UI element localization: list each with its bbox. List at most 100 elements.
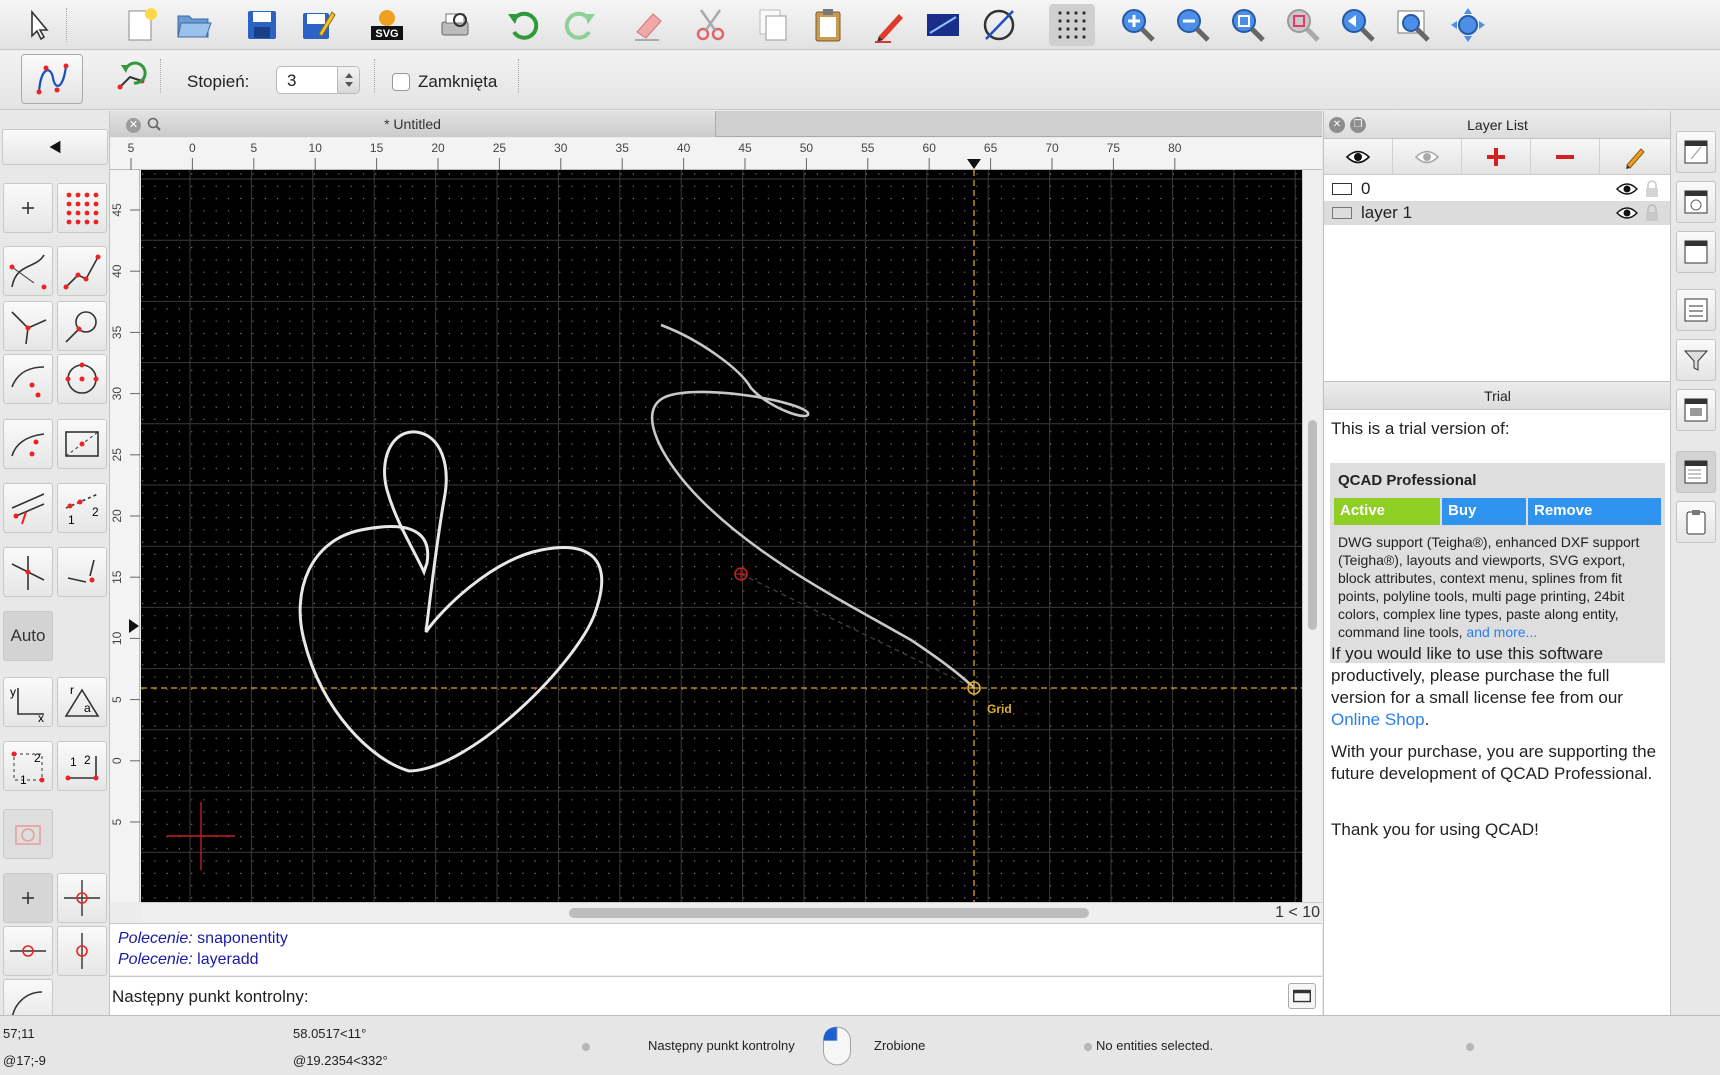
command-expand-button[interactable] [1288,983,1316,1009]
parallel-tool-button[interactable] [3,483,53,533]
vertical-scroll-thumb[interactable] [1308,420,1317,630]
zoom-window-button[interactable] [1390,4,1436,46]
vertical-scrollbar[interactable] [1302,170,1322,902]
active-button[interactable]: Active [1334,498,1440,525]
degree-stepper[interactable] [337,67,359,93]
eye-icon[interactable] [1616,203,1638,223]
spline-tools-button[interactable] [3,246,53,296]
dock-layers-button[interactable] [1676,131,1716,173]
zoom-previous-button[interactable] [1335,4,1381,46]
draw-pen-button[interactable] [867,4,913,46]
hide-all-layers-button[interactable] [1393,139,1462,175]
numbered-corners-button[interactable]: 12 [57,741,107,791]
add-layer-button[interactable] [1462,139,1531,175]
angle-tool-button[interactable] [3,301,53,351]
snap-vertical-button[interactable] [57,926,107,976]
ruler-label: 25 [110,448,124,462]
ruler-label: 35 [110,325,124,339]
dock-filter-button[interactable] [1676,339,1716,381]
ruler-label: 15 [110,570,124,584]
closed-checkbox[interactable] [392,73,410,91]
perpendicular-tool-button[interactable] [57,547,107,597]
horizontal-scrollbar[interactable]: 1 < 10 [141,902,1322,922]
svg-text:1: 1 [70,755,77,769]
grid-toggle-button[interactable] [1049,4,1095,46]
show-all-layers-button[interactable] [1324,139,1393,175]
undo-last-point-button[interactable] [108,57,154,99]
auto-snap-button[interactable]: Auto [3,611,53,661]
lock-icon[interactable] [1644,180,1660,198]
command-input[interactable]: Następny punkt kontrolny: [110,976,1322,1015]
zoom-out-button[interactable] [1170,4,1216,46]
pan-button[interactable] [1445,4,1491,46]
save-button[interactable] [239,4,285,46]
zoom-auto-button[interactable] [1225,4,1271,46]
dock-blocks-button[interactable] [1676,181,1716,223]
dock-view-button[interactable] [1676,231,1716,273]
spline-tool-button[interactable] [21,54,83,104]
new-file-button[interactable] [116,4,162,46]
remove-button[interactable]: Remove [1528,498,1661,525]
buy-button[interactable]: Buy [1442,498,1526,525]
snap-center-button[interactable] [57,873,107,923]
rectangle-tool-button[interactable] [57,419,107,469]
export-svg-button[interactable]: SVG [364,4,410,46]
drawing-canvas[interactable]: Grid [141,170,1302,902]
clipboard-icon [1686,510,1706,535]
xy-axes-icon: yx [10,685,44,724]
mouse-left-hint: Następny punkt kontrolny [648,1038,795,1053]
options-toolbar: Stopień: 3 Zamknięta [0,51,1720,110]
document-tab[interactable]: ✕ * Untitled [110,111,716,137]
dock-library-button[interactable] [1676,389,1716,431]
redo-button[interactable] [556,4,602,46]
save-as-button[interactable] [295,4,341,46]
drawing-preferences-button[interactable] [920,4,966,46]
edit-layer-button[interactable] [1600,139,1669,175]
intersection-tool-button[interactable] [3,547,53,597]
zoom-selection-button[interactable] [1280,4,1326,46]
degree-spinbox[interactable]: 3 [276,66,360,94]
remove-layer-button[interactable] [1531,139,1600,175]
more-features-link[interactable]: and more... [1466,624,1537,640]
coordinate-tool-button[interactable]: yx [3,677,53,727]
layer-row[interactable]: 0 [1324,177,1671,201]
arc-tool-button[interactable] [3,354,53,404]
lock-icon[interactable] [1644,204,1660,222]
palette-back-button[interactable] [2,129,108,165]
layer-row[interactable]: layer 1 [1324,201,1671,225]
online-shop-link[interactable]: Online Shop [1331,710,1425,729]
copy-button[interactable] [750,4,796,46]
select-pointer-button[interactable] [14,4,60,46]
snap-horizontal-button[interactable] [3,926,53,976]
polyline-tools-button[interactable] [57,246,107,296]
measure-tool-button[interactable] [3,979,53,1015]
origin-marker [167,802,235,870]
points-tool-button[interactable] [3,183,53,233]
block-tool-button[interactable] [3,809,53,859]
svg-text:a: a [84,701,91,715]
point-grid-tool-button[interactable] [57,183,107,233]
dock-clipboard-button[interactable] [1676,501,1716,543]
snap-free-button[interactable] [3,873,53,923]
erase-button[interactable] [625,4,671,46]
ruler-label: 30 [554,141,568,155]
circle-tool-button[interactable] [57,354,107,404]
open-file-button[interactable] [171,4,217,46]
dimension-button[interactable] [976,4,1022,46]
dock-properties-button[interactable] [1676,289,1716,331]
paste-button[interactable] [805,4,851,46]
undo-button[interactable] [501,4,547,46]
purchase-text: If you would like to use this software p… [1331,644,1623,707]
cut-button[interactable] [688,4,734,46]
tangent-tool-button[interactable] [57,301,107,351]
eye-icon[interactable] [1616,179,1638,199]
grid-dots-icon [1058,11,1086,39]
ellipse-arc-tool-button[interactable] [3,419,53,469]
print-preview-button[interactable] [432,4,478,46]
polar-coordinate-button[interactable]: ar [57,677,107,727]
dock-command-line-button[interactable] [1676,451,1716,493]
points-numbered-button[interactable]: 12 [57,483,107,533]
relative-points-button[interactable]: 12 [3,741,53,791]
horizontal-scroll-thumb[interactable] [569,908,1089,918]
zoom-in-button[interactable] [1115,4,1161,46]
